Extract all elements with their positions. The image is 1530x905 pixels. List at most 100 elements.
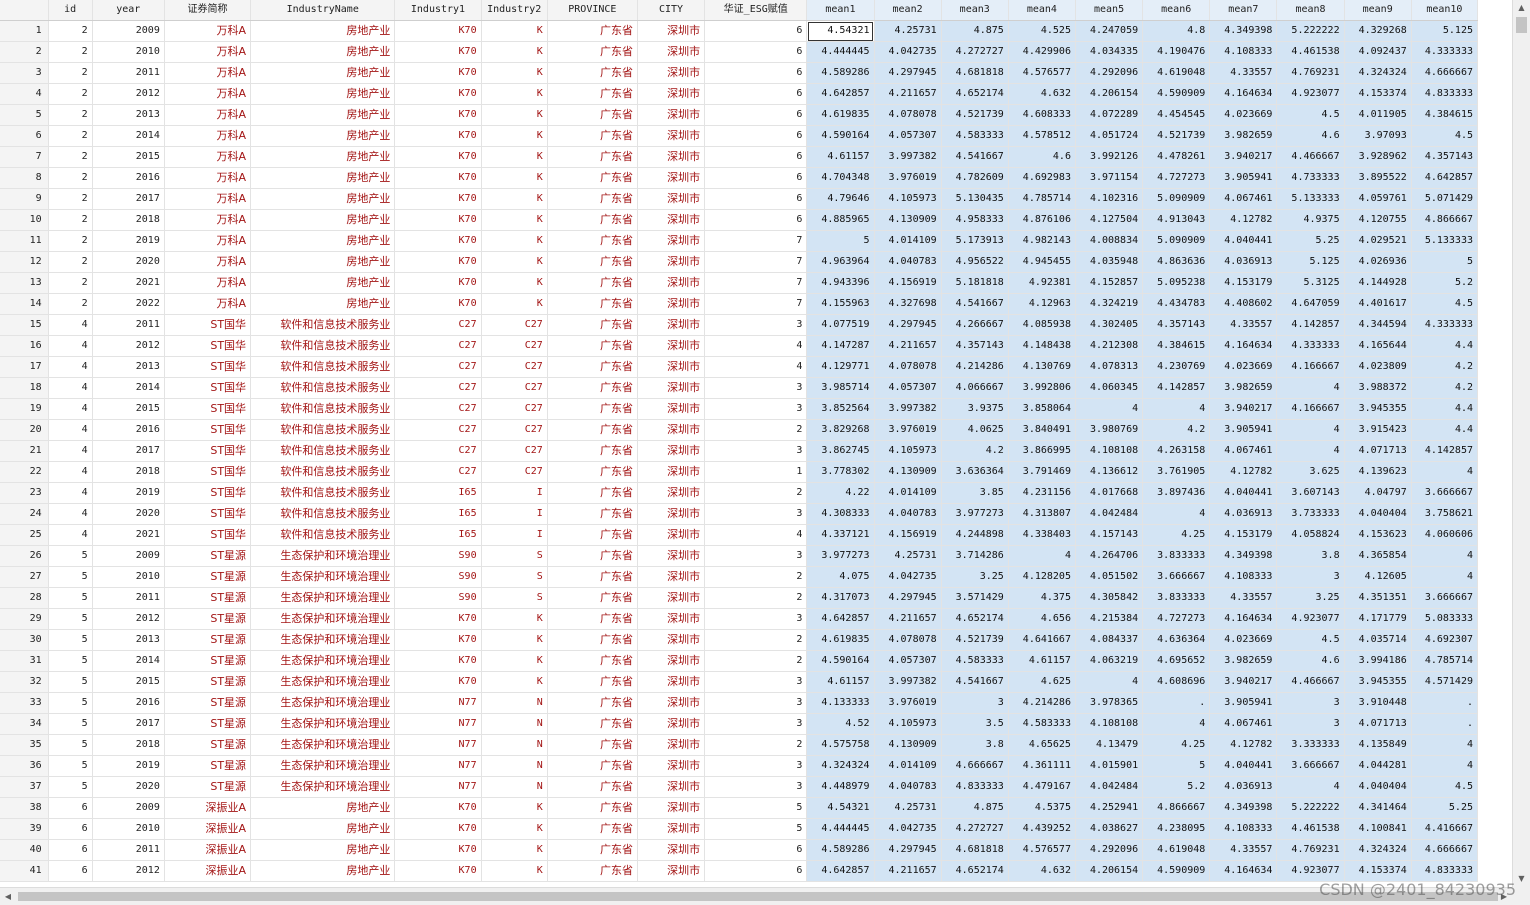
table-cell[interactable]: 4.5 (1411, 125, 1479, 147)
table-cell[interactable]: 4.578512 (1008, 125, 1076, 147)
table-cell[interactable]: 万科A (164, 125, 252, 147)
table-cell[interactable]: 软件和信息技术服务业 (250, 440, 396, 462)
table-row[interactable]: 24 4 2020 ST国华 软件和信息技术服务业 I65 I 广东省 深圳市 3 4.308333… (0, 503, 1479, 525)
table-cell[interactable]: 4.211657 (874, 608, 942, 630)
table-row[interactable]: 37 5 2020 ST星源 生态保护和环境治理业 N77 N 广东省 深圳市 3 4.448979… (0, 776, 1479, 798)
table-cell[interactable]: ST星源 (164, 734, 252, 756)
table-cell[interactable]: K (481, 251, 548, 273)
table-cell[interactable]: 5.222222 (1276, 20, 1345, 42)
table-cell[interactable]: 4.017668 (1075, 482, 1144, 504)
table-cell[interactable]: K70 (394, 818, 482, 840)
table-cell[interactable]: 3 (704, 776, 808, 798)
table-cell[interactable]: 3.997382 (874, 146, 942, 168)
table-cell[interactable]: K70 (394, 629, 482, 651)
table-row[interactable]: 15 4 2011 ST国华 软件和信息技术服务业 C27 C27 广东省 深圳市 3 4.0775… (0, 314, 1479, 336)
column-header[interactable]: Industry1 (394, 0, 482, 21)
table-cell[interactable]: 4 (48, 356, 93, 378)
table-cell[interactable]: 4 (48, 398, 93, 420)
table-cell[interactable]: 2 (48, 20, 93, 42)
table-cell[interactable]: 房地产业 (250, 188, 396, 210)
table-cell[interactable]: 4.61157 (806, 146, 875, 168)
table-cell[interactable]: 3.85 (941, 482, 1009, 504)
table-cell[interactable]: 4 (48, 440, 93, 462)
table-cell[interactable]: 3 (704, 713, 808, 735)
table-cell[interactable]: 深圳市 (637, 125, 706, 147)
table-cell[interactable]: K (481, 62, 548, 84)
table-cell[interactable]: K70 (394, 608, 482, 630)
table-cell[interactable]: 4.067461 (1209, 188, 1278, 210)
table-row[interactable]: 32 5 2015 ST星源 生态保护和环境治理业 K70 K 广东省 深圳市 3 4.61157 3… (0, 671, 1479, 693)
row-number[interactable]: 13 (0, 272, 49, 294)
table-cell[interactable]: 广东省 (547, 41, 638, 63)
table-cell[interactable]: 3.833333 (1142, 545, 1211, 567)
table-cell[interactable]: 4.344594 (1344, 314, 1412, 336)
table-cell[interactable]: 4.272727 (941, 41, 1009, 63)
table-cell[interactable]: 3.758621 (1411, 503, 1479, 525)
table-row[interactable]: 11 2 2019 万科A 房地产业 K70 K 广东省 深圳市 7 5 4.014109 5.1739… (0, 230, 1479, 252)
table-cell[interactable]: 3.976019 (874, 692, 942, 714)
table-cell[interactable]: 5 (48, 545, 93, 567)
table-cell[interactable]: 4.448979 (806, 776, 875, 798)
table-cell[interactable]: 4 (1276, 377, 1345, 399)
table-cell[interactable]: 软件和信息技术服务业 (250, 398, 396, 420)
table-cell[interactable]: 4.085938 (1008, 314, 1076, 336)
table-cell[interactable]: 4.04797 (1344, 482, 1412, 504)
table-cell[interactable]: 3.833333 (1142, 587, 1211, 609)
table-cell[interactable]: 4.034335 (1075, 41, 1144, 63)
table-cell[interactable]: 3 (704, 398, 808, 420)
table-cell[interactable]: 4.384615 (1411, 104, 1479, 126)
table-cell[interactable]: 房地产业 (250, 146, 396, 168)
table-cell[interactable]: 6 (48, 818, 93, 840)
table-cell[interactable]: 2022 (92, 293, 165, 315)
row-number[interactable]: 25 (0, 524, 49, 546)
table-cell[interactable]: 3.971154 (1075, 167, 1144, 189)
table-cell[interactable]: 深圳市 (637, 734, 706, 756)
table-cell[interactable]: 深圳市 (637, 377, 706, 399)
table-cell[interactable]: 2015 (92, 146, 165, 168)
table-cell[interactable]: 4.214286 (941, 356, 1009, 378)
table-cell[interactable]: 深圳市 (637, 566, 706, 588)
table-cell[interactable]: 4.666667 (1411, 62, 1479, 84)
table-cell[interactable]: 4.769231 (1276, 62, 1345, 84)
row-number[interactable]: 38 (0, 797, 49, 819)
table-cell[interactable]: 广东省 (547, 482, 638, 504)
column-header[interactable]: PROVINCE (547, 0, 638, 21)
table-cell[interactable]: 3.607143 (1276, 482, 1345, 504)
table-cell[interactable]: 广东省 (547, 356, 638, 378)
table-cell[interactable]: 2011 (92, 839, 165, 861)
table-cell[interactable]: 深圳市 (637, 839, 706, 861)
table-cell[interactable]: 4.589286 (806, 839, 875, 861)
table-cell[interactable]: 5.090909 (1142, 230, 1211, 252)
table-cell[interactable]: 4.100841 (1344, 818, 1412, 840)
table-cell[interactable]: 6 (704, 188, 808, 210)
table-cell[interactable]: 3.977273 (806, 545, 875, 567)
table-cell[interactable]: C27 (394, 314, 482, 336)
table-cell[interactable]: 广东省 (547, 566, 638, 588)
table-row[interactable]: 29 5 2012 ST星源 生态保护和环境治理业 K70 K 广东省 深圳市 3 4.642857… (0, 608, 1479, 630)
table-cell[interactable]: K (481, 839, 548, 861)
table-cell[interactable]: 3.714286 (941, 545, 1009, 567)
table-cell[interactable]: ST国华 (164, 503, 252, 525)
table-cell[interactable]: 4.042735 (874, 41, 942, 63)
table-cell[interactable]: 3 (1276, 692, 1345, 714)
table-cell[interactable]: 万科A (164, 188, 252, 210)
table-cell[interactable]: 4.244898 (941, 524, 1009, 546)
table-cell[interactable]: 4.108333 (1209, 566, 1278, 588)
table-cell[interactable]: 深振业A (164, 860, 252, 882)
row-number[interactable]: 19 (0, 398, 49, 420)
table-cell[interactable]: K70 (394, 293, 482, 315)
table-cell[interactable]: 4.042484 (1075, 503, 1144, 525)
table-cell[interactable]: N (481, 713, 548, 735)
table-row[interactable]: 13 2 2021 万科A 房地产业 K70 K 广东省 深圳市 7 4.943396 4.15691… (0, 272, 1479, 294)
table-cell[interactable]: 广东省 (547, 272, 638, 294)
row-number[interactable]: 2 (0, 41, 49, 63)
table-cell[interactable]: 4 (1142, 398, 1211, 420)
table-cell[interactable]: 广东省 (547, 440, 638, 462)
table-cell[interactable]: 万科A (164, 41, 252, 63)
table-cell[interactable]: 3.985714 (806, 377, 875, 399)
table-cell[interactable]: 4.333333 (1276, 335, 1345, 357)
table-cell[interactable]: ST星源 (164, 692, 252, 714)
table-cell[interactable]: 4.349398 (1209, 545, 1278, 567)
table-cell[interactable]: K70 (394, 20, 482, 42)
row-number[interactable]: 22 (0, 461, 49, 483)
